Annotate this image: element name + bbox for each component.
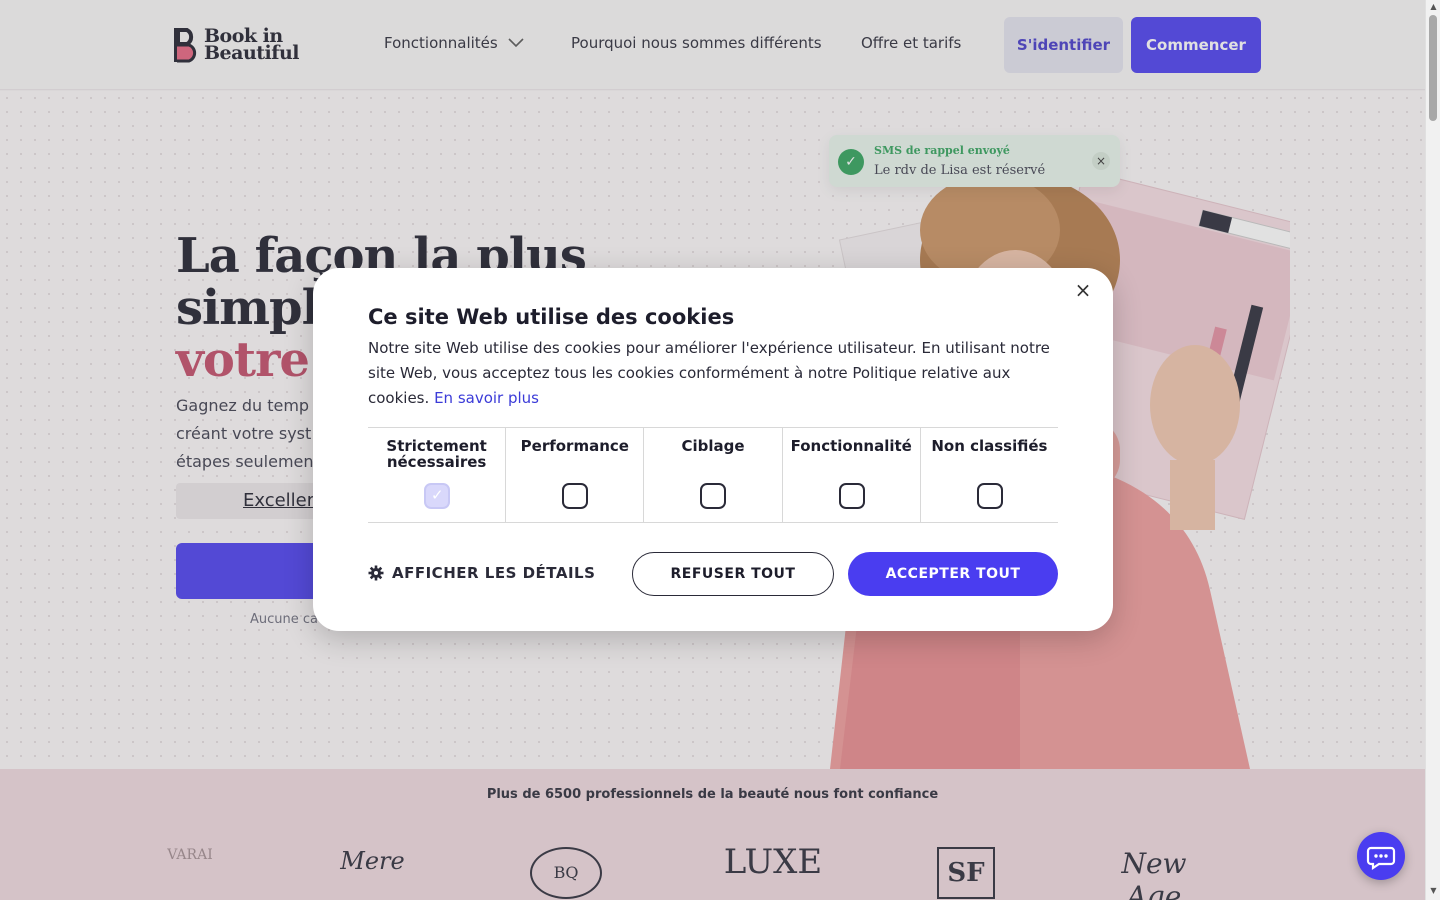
show-details-button[interactable]: AFFICHER LES DÉTAILS — [368, 564, 595, 582]
category-label: Performance — [520, 437, 629, 455]
learn-more-link[interactable]: En savoir plus — [434, 389, 539, 407]
category-functionality: Fonctionnalité — [783, 428, 921, 522]
accept-all-button[interactable]: ACCEPTER TOUT — [848, 552, 1058, 596]
cookie-modal-title: Ce site Web utilise des cookies — [368, 305, 735, 329]
strictly-necessary-checkbox[interactable] — [424, 483, 450, 509]
chat-bubble-icon — [1366, 846, 1396, 871]
category-label: Strictement nécessaires — [386, 437, 487, 471]
category-strictly-necessary: Strictement nécessaires — [368, 428, 507, 522]
scrollbar[interactable]: ▲ ▼ — [1425, 0, 1440, 900]
scroll-up-icon[interactable]: ▲ — [1429, 2, 1438, 11]
unclassified-checkbox[interactable] — [976, 483, 1003, 509]
cookie-modal: × Ce site Web utilise des cookies Notre … — [313, 268, 1113, 631]
chat-button[interactable] — [1357, 832, 1405, 880]
category-performance: Performance — [506, 428, 645, 522]
scrollbar-thumb[interactable] — [1429, 15, 1437, 121]
category-label: Non classifiés — [931, 437, 1048, 455]
cookie-modal-text: Notre site Web utilise des cookies pour … — [368, 336, 1068, 411]
functionality-checkbox[interactable] — [838, 483, 865, 509]
refuse-all-button[interactable]: REFUSER TOUT — [632, 552, 834, 596]
category-unclassified: Non classifiés — [921, 428, 1058, 522]
cookie-categories: Strictement nécessaires Performance Cibl… — [368, 427, 1058, 523]
category-label: Ciblage — [681, 437, 745, 455]
gear-icon — [368, 565, 384, 581]
performance-checkbox[interactable] — [562, 483, 589, 509]
targeting-checkbox[interactable] — [700, 483, 727, 509]
show-details-label: AFFICHER LES DÉTAILS — [392, 564, 596, 582]
close-icon[interactable]: × — [1074, 280, 1092, 300]
category-label: Fonctionnalité — [790, 437, 912, 455]
category-targeting: Ciblage — [644, 428, 783, 522]
scroll-down-icon[interactable]: ▼ — [1429, 886, 1438, 895]
